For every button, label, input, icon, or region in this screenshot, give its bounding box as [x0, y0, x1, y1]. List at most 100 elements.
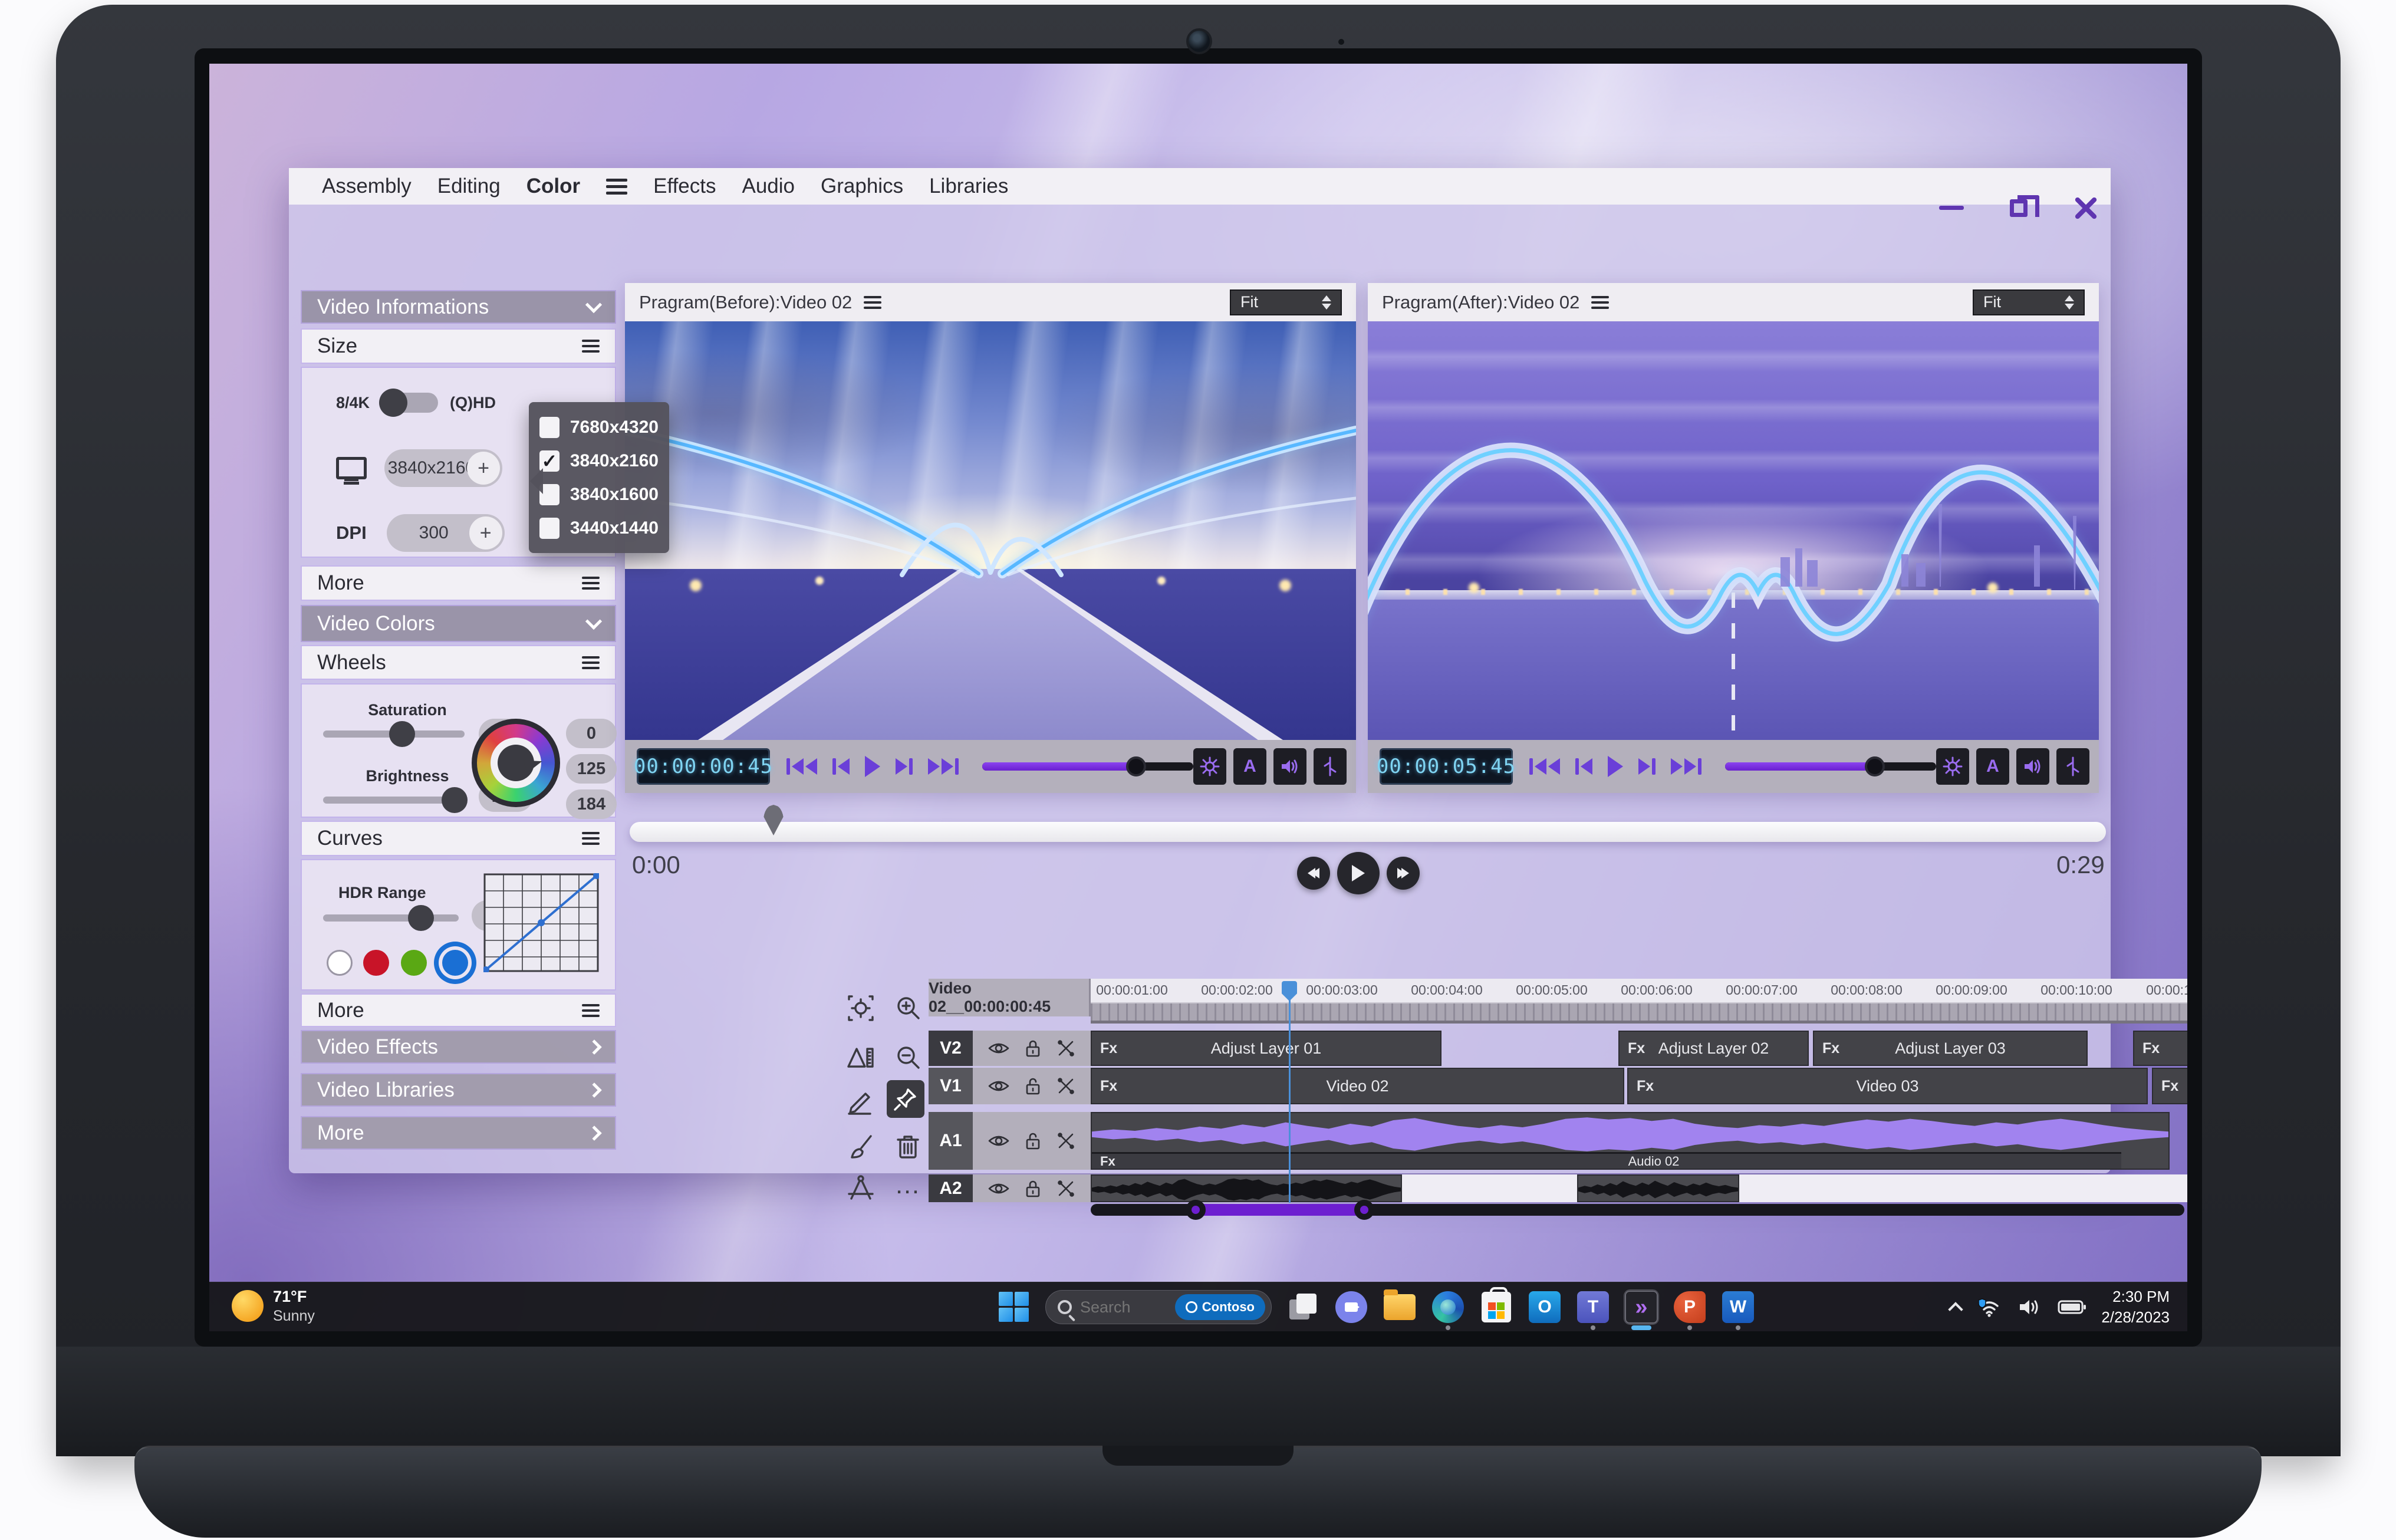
resolution-dropdown[interactable]: 3840x2160 +	[384, 449, 502, 487]
play-button[interactable]	[865, 756, 880, 777]
subtitle-button[interactable]: A	[1233, 748, 1266, 785]
range-handle-left[interactable]	[1186, 1200, 1206, 1220]
timeline-hscrollbar[interactable]	[1091, 1204, 2184, 1216]
clip-fx-partial[interactable]: Fx	[2152, 1068, 2187, 1104]
clip-adjust-layer-01[interactable]: FxAdjust Layer 01	[1091, 1031, 1441, 1066]
route-button[interactable]	[2056, 748, 2089, 785]
fit-dropdown[interactable]: Fit	[1230, 289, 1342, 315]
tool-pencil[interactable]	[842, 1082, 880, 1120]
checkbox[interactable]	[539, 484, 559, 505]
clip-video-02[interactable]: FxVideo 02	[1091, 1068, 1624, 1104]
checkbox[interactable]	[539, 518, 559, 539]
skip-end-button[interactable]	[928, 758, 959, 775]
preview-progress-slider[interactable]	[982, 762, 1193, 771]
tool-zoom-in[interactable]	[889, 989, 927, 1027]
clip-fx-partial[interactable]: Fx	[2133, 1031, 2187, 1066]
checkbox[interactable]	[539, 417, 559, 438]
track-id-v1[interactable]: V1	[929, 1068, 973, 1104]
outlook-button[interactable]: O	[1528, 1290, 1562, 1324]
resolution-option[interactable]: ✓ 3840x2160	[539, 444, 659, 478]
clip-adjust-layer-03[interactable]: FxAdjust Layer 03	[1813, 1031, 2088, 1066]
tools-icon[interactable]	[1057, 1131, 1075, 1150]
timeline-tick-strip[interactable]	[1091, 1002, 2187, 1024]
resolution-expand-button[interactable]: +	[467, 452, 500, 485]
hdr-range-slider[interactable]	[323, 914, 459, 922]
resolution-option[interactable]: 3840x1600	[539, 478, 659, 511]
powerpoint-button[interactable]: P	[1673, 1290, 1707, 1324]
skip-end-button[interactable]	[1671, 758, 1701, 775]
resolution-option[interactable]: 7680x4320	[539, 410, 659, 444]
tool-zoom-out[interactable]	[889, 1039, 927, 1077]
settings-button[interactable]	[1936, 748, 1969, 785]
skip-start-button[interactable]	[1529, 758, 1560, 775]
fit-dropdown[interactable]: Fit	[1973, 289, 2085, 315]
brightness-slider[interactable]	[323, 797, 465, 804]
play-button-main[interactable]	[1337, 852, 1380, 894]
tool-brush[interactable]	[842, 1127, 880, 1165]
wifi-security-icon[interactable]	[1976, 1297, 2002, 1318]
tool-select[interactable]	[842, 989, 880, 1027]
curve-channel-blue[interactable]	[442, 950, 468, 976]
lock-open-icon[interactable]	[1025, 1131, 1041, 1150]
tools-icon[interactable]	[1057, 1077, 1075, 1095]
tool-more[interactable]: …	[889, 1166, 927, 1204]
visibility-icon[interactable]	[988, 1182, 1009, 1196]
volume-button[interactable]	[2016, 748, 2049, 785]
taskbar-search[interactable]: Contoso	[1045, 1290, 1272, 1324]
clip-audio-a2-2[interactable]	[1577, 1174, 1739, 1202]
timeline-ruler[interactable]: 00:00:01:00 00:00:02:00 00:00:03:00 00:0…	[1091, 979, 2187, 1002]
tray-expand-icon[interactable]	[1949, 1302, 1963, 1317]
curve-channel-green[interactable]	[401, 950, 427, 976]
panel-video-informations[interactable]: Video Informations	[301, 290, 616, 324]
panel-video-colors[interactable]: Video Colors	[301, 605, 616, 642]
clip-adjust-layer-02[interactable]: FxAdjust Layer 02	[1618, 1031, 1809, 1066]
resolution-option[interactable]: 3440x1440	[539, 511, 659, 545]
checkbox-checked[interactable]: ✓	[539, 450, 559, 472]
task-view-button[interactable]	[1286, 1290, 1320, 1324]
color-wheel[interactable]	[472, 719, 560, 807]
clip-video-03[interactable]: FxVideo 03	[1627, 1068, 2148, 1104]
track-id-a2[interactable]: A2	[929, 1174, 973, 1202]
more-options-icon[interactable]	[582, 1004, 600, 1017]
next-frame-button[interactable]	[1638, 758, 1656, 775]
taskbar-weather-widget[interactable]: 71°F Sunny	[232, 1287, 315, 1325]
size-options-icon[interactable]	[582, 340, 600, 353]
curve-channel-white[interactable]	[327, 950, 353, 976]
search-input[interactable]	[1080, 1298, 1167, 1317]
panel-curves-header[interactable]: Curves	[301, 821, 616, 856]
route-button[interactable]	[1314, 748, 1347, 785]
lock-icon[interactable]	[1025, 1179, 1041, 1198]
range-handle-right[interactable]	[1354, 1200, 1374, 1220]
clock[interactable]: 2:30 PM 2/28/2023	[2101, 1286, 2170, 1328]
battery-icon[interactable]	[2058, 1299, 2086, 1315]
tool-delete[interactable]	[889, 1127, 927, 1165]
tool-pin[interactable]	[887, 1080, 924, 1118]
prev-frame-button[interactable]	[1575, 758, 1592, 775]
timeline-playhead-line[interactable]	[1289, 1000, 1291, 1203]
file-explorer-button[interactable]	[1383, 1290, 1417, 1324]
dpi-dropdown[interactable]: 300 +	[387, 514, 505, 552]
restore-button[interactable]	[2001, 192, 2036, 224]
track-id-a1[interactable]: A1	[929, 1112, 973, 1170]
store-button[interactable]	[1479, 1290, 1513, 1324]
video-after[interactable]	[1368, 321, 2099, 740]
visibility-icon[interactable]	[988, 1079, 1009, 1093]
preview-options-icon[interactable]	[864, 296, 881, 309]
chat-button[interactable]	[1334, 1290, 1368, 1324]
preview-options-icon[interactable]	[1591, 296, 1609, 309]
resolution-mode-toggle[interactable]	[381, 393, 438, 413]
play-button[interactable]	[1608, 756, 1623, 777]
tools-icon[interactable]	[1057, 1039, 1075, 1058]
settings-button[interactable]	[1193, 748, 1226, 785]
window-titlebar[interactable]	[289, 168, 2111, 248]
rewind-button[interactable]	[1297, 857, 1330, 890]
clip-audio-waveform[interactable]: Fx Audio 02	[1091, 1112, 2170, 1170]
dpi-expand-button[interactable]: +	[469, 516, 502, 549]
minimize-button[interactable]	[1934, 192, 1969, 224]
tools-icon[interactable]	[1057, 1179, 1075, 1198]
video-before[interactable]	[625, 321, 1356, 740]
curve-channel-red[interactable]	[363, 950, 389, 976]
audio-02-strip[interactable]: Fx Audio 02	[1092, 1152, 2121, 1169]
volume-button[interactable]	[1273, 748, 1306, 785]
panel-wheels-header[interactable]: Wheels	[301, 645, 616, 680]
